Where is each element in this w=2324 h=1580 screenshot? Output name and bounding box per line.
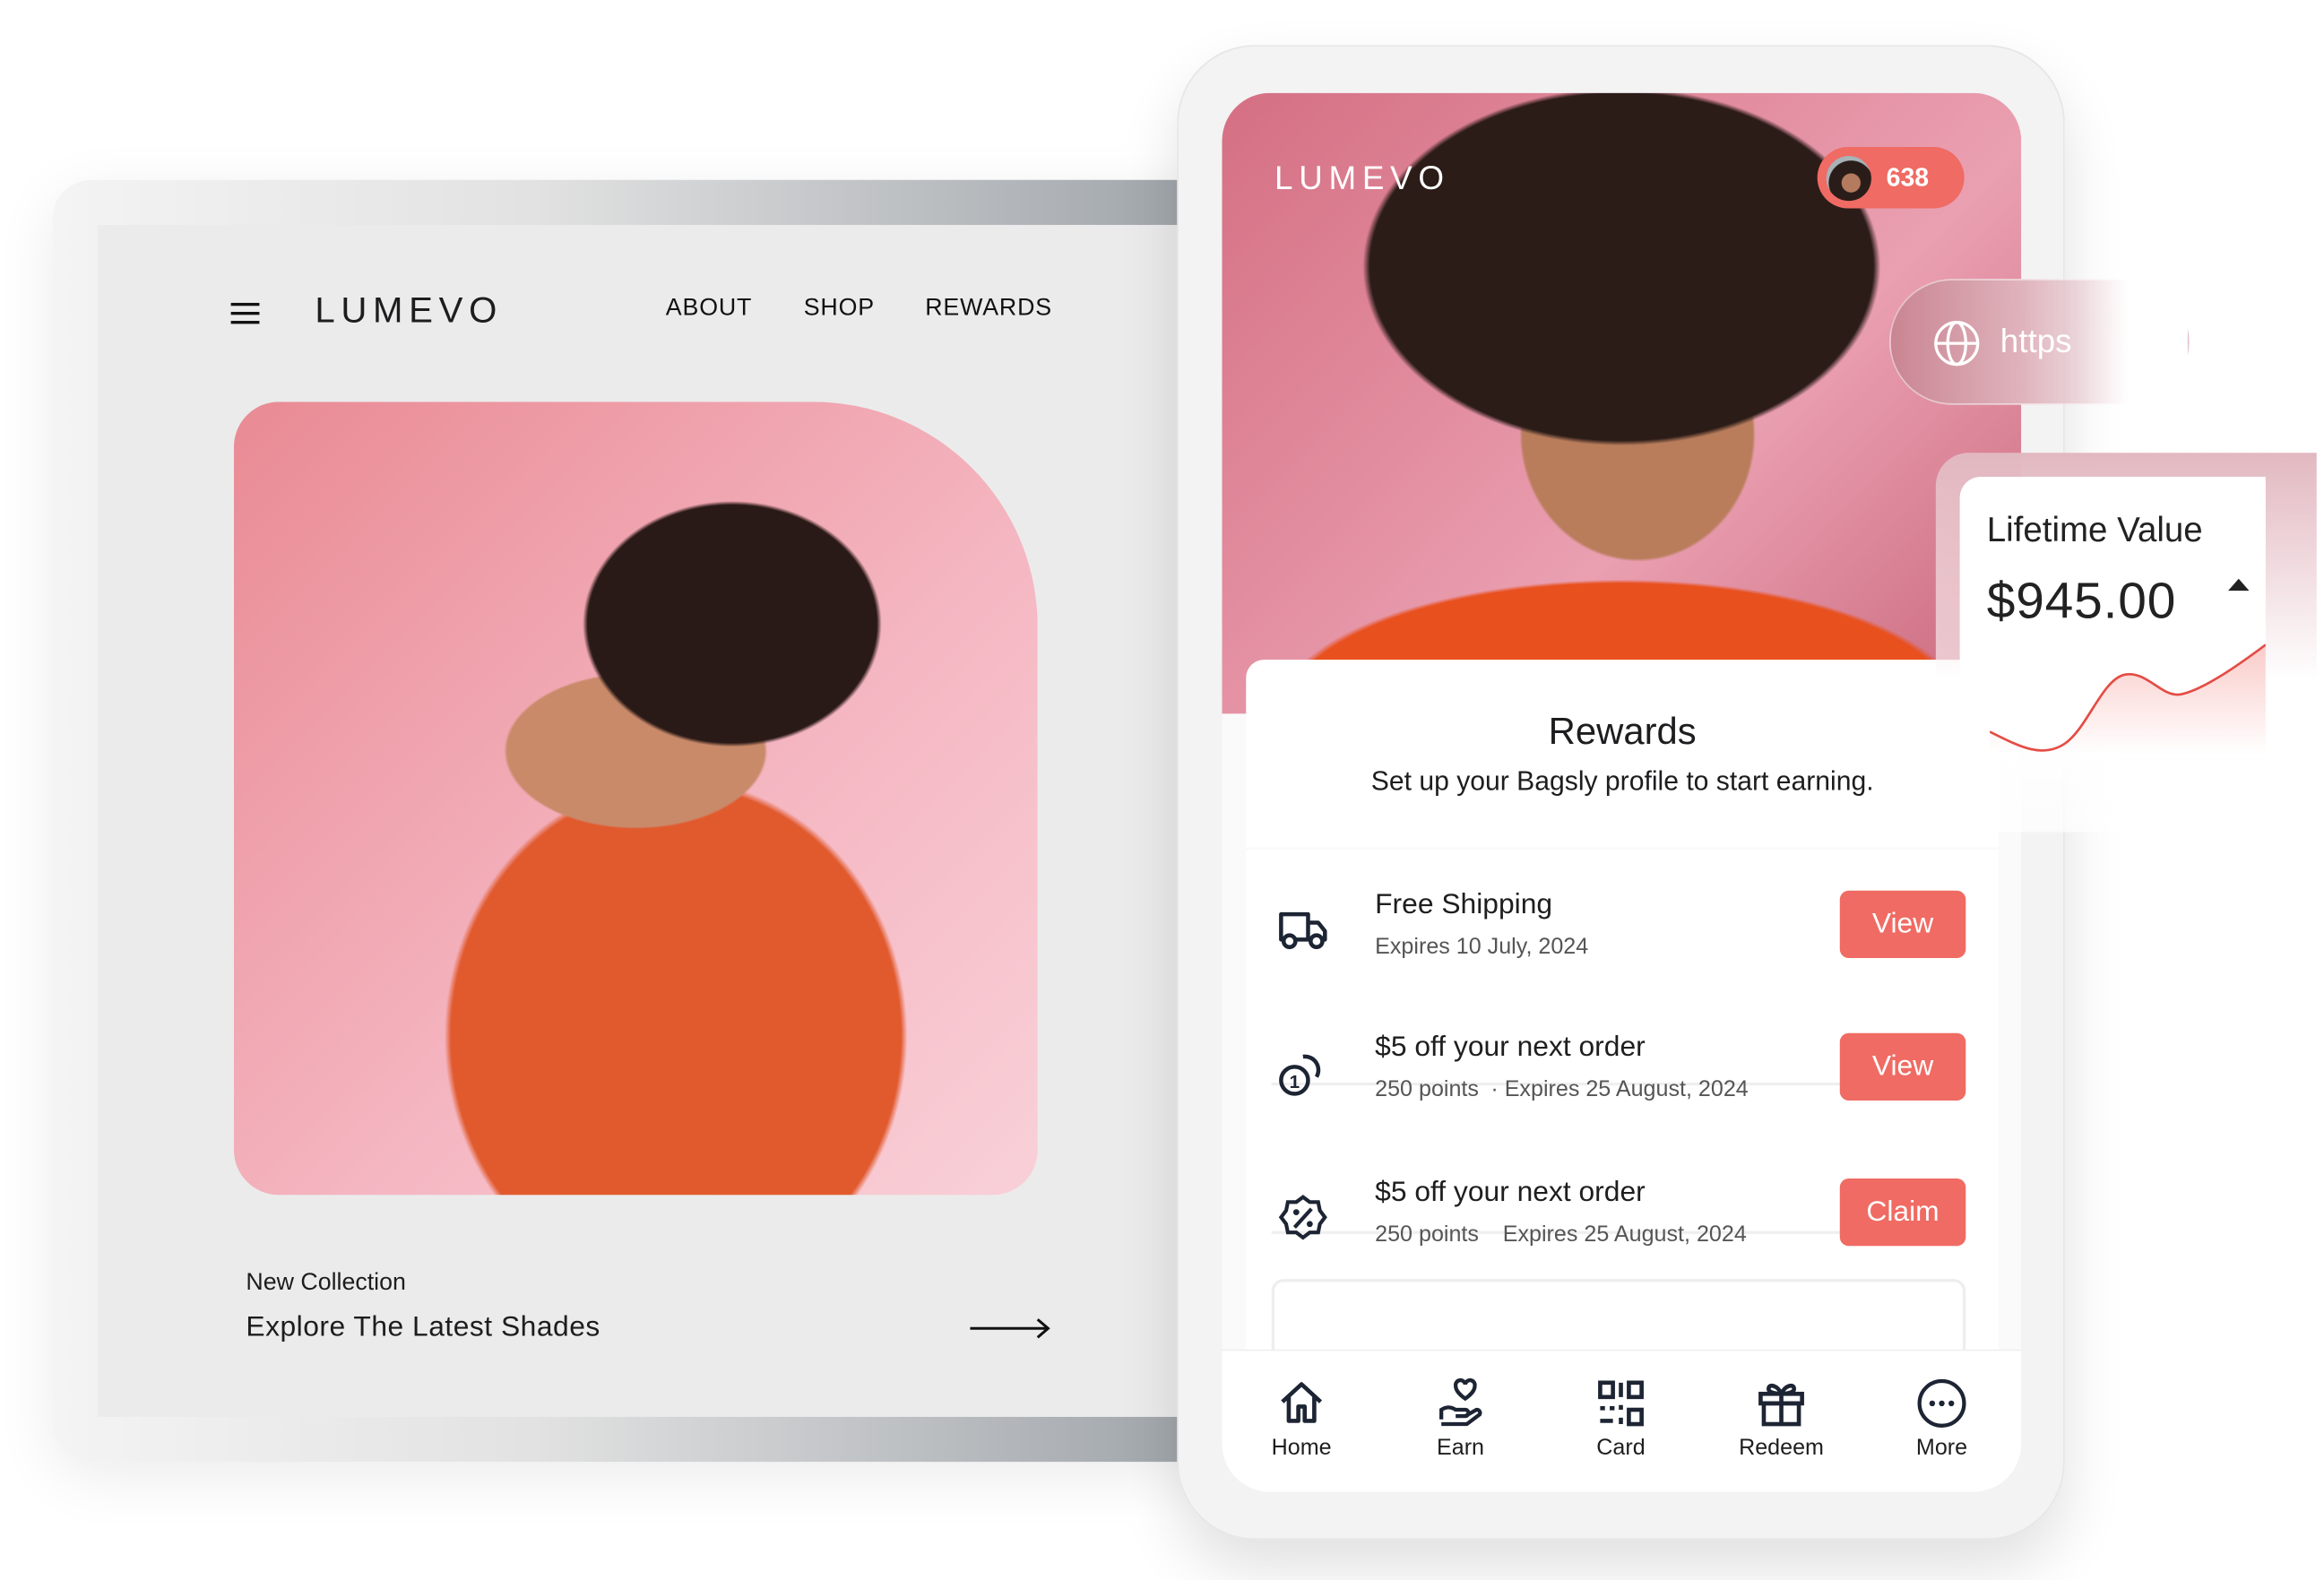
nav-label: Card [1596,1435,1646,1461]
nav-about[interactable]: ABOUT [666,296,752,323]
avatar [1826,155,1871,201]
points-badge[interactable]: 638 [1817,146,1965,209]
desktop-brand-logo: LUMEVO [315,290,504,332]
url-pill: https [1888,279,2190,405]
collection-hero-image [233,401,1038,1196]
coins-icon: 1 [1279,1054,1321,1096]
rewards-title: Rewards [1548,711,1697,753]
qr-code-icon [1598,1380,1644,1427]
home-icon [1281,1382,1323,1423]
reward-item: $5 off your next order 250 points Expires… [1246,1171,1999,1276]
lifetime-value-widget: Lifetime Value $945.00 [1935,453,2317,833]
lifetime-value-label: Lifetime Value [1986,509,2203,549]
reward-expiry: Expires 10 July, 2024 [1375,934,1589,960]
reward-item: 1 $5 off your next order 250 points · Exp… [1246,1025,1999,1130]
reward-expiry: Expires 25 August, 2024 [1502,1222,1747,1248]
nav-earn[interactable]: Earn [1401,1377,1521,1461]
collection-label: New Collection [246,1270,406,1296]
nav-home[interactable]: Home [1241,1377,1361,1461]
truck-icon [1279,911,1327,950]
reward-expiry: Expires 25 August, 2024 [1504,1076,1749,1102]
nav-rewards[interactable]: REWARDS [925,296,1052,323]
lifetime-value-amount: $945.00 [1986,573,2177,630]
gift-icon [1758,1383,1804,1427]
points-count: 638 [1886,162,1930,192]
arrow-right-icon[interactable] [969,1317,1053,1341]
more-icon [1917,1378,1966,1428]
nav-label: Home [1271,1435,1332,1461]
rewards-list: Free Shipping Expires 10 July, 2024 View… [1246,850,2000,1369]
nav-more[interactable]: More [1882,1377,2002,1461]
nav-redeem[interactable]: Redeem [1722,1377,1842,1461]
reward-points: 250 points [1375,1222,1479,1248]
url-text: https [2000,322,2072,360]
nav-label: Redeem [1739,1435,1824,1461]
reward-item: Free Shipping Expires 10 July, 2024 View [1246,883,1999,988]
reward-claim-button[interactable]: Claim [1839,1178,1966,1247]
globe-icon [1934,321,1980,367]
reward-title: Free Shipping [1375,889,1553,921]
nav-card[interactable]: Card [1561,1377,1681,1461]
reward-view-button[interactable]: View [1839,1032,1966,1101]
reward-title: $5 off your next order [1375,1177,1646,1209]
svg-text:1: 1 [1290,1072,1300,1092]
collection-title[interactable]: Explore The Latest Shades [246,1312,600,1345]
nav-shop[interactable]: SHOP [804,296,875,323]
reward-view-button[interactable]: View [1839,890,1966,959]
lifetime-sparkline [1990,643,2266,755]
bottom-nav: Home Earn Card Redeem More [1222,1349,2022,1492]
rewards-subtitle: Set up your Bagsly profile to start earn… [1370,765,1874,797]
hand-heart-icon [1439,1377,1482,1427]
discount-badge-icon [1278,1195,1327,1240]
rewards-header-card: Rewards Set up your Bagsly profile to st… [1246,660,2000,848]
trend-up-icon [2228,578,2250,591]
reward-title: $5 off your next order [1375,1032,1646,1064]
mobile-brand-logo: LUMEVO [1274,159,1450,197]
nav-label: More [1915,1435,1968,1461]
nav-label: Earn [1436,1435,1485,1461]
hamburger-menu-icon[interactable] [230,302,260,324]
reward-points: 250 points [1375,1076,1479,1102]
